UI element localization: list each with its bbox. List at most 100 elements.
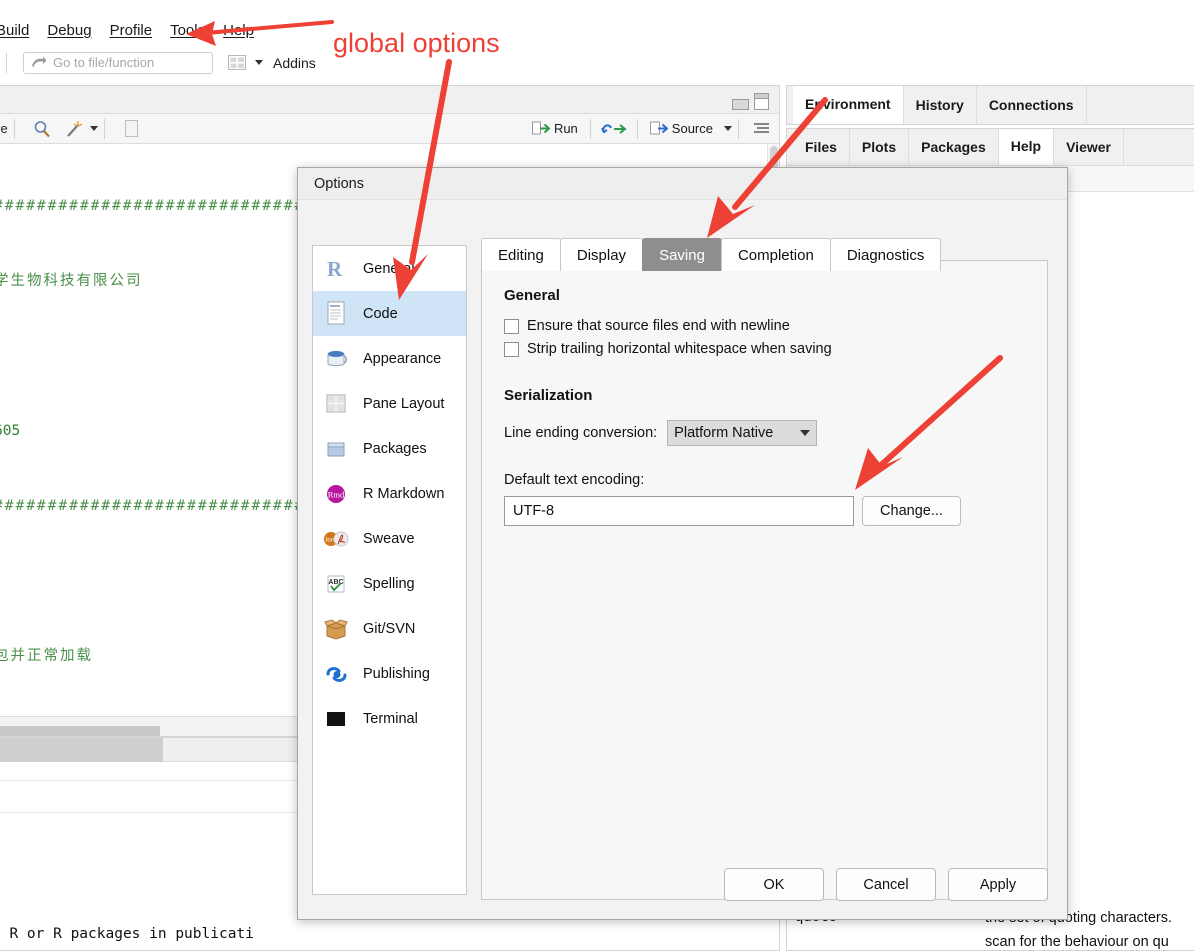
sidebar-item-label: Publishing	[363, 666, 430, 682]
editor-window-controls[interactable]	[732, 93, 769, 110]
tab-environment[interactable]: Environment	[793, 86, 904, 124]
menu-bar: Build Debug Profile Tools Help	[0, 0, 1194, 44]
line-ending-select[interactable]: Platform Native	[667, 420, 817, 446]
sidebar-item-pane-layout[interactable]: Pane Layout	[313, 381, 466, 426]
rerun-icon[interactable]	[601, 121, 627, 137]
general-section-heading: General	[504, 287, 1025, 304]
change-encoding-button[interactable]: Change...	[862, 496, 961, 526]
editor-title-bar	[0, 86, 779, 114]
ok-button[interactable]: OK	[724, 868, 824, 901]
sidebar-item-label: General	[363, 261, 415, 277]
rmd-icon: Rmd	[323, 479, 351, 509]
pane-layout-caret-icon[interactable]	[255, 60, 263, 65]
compile-notebook-icon[interactable]	[125, 120, 138, 137]
document-icon	[323, 299, 351, 329]
menu-debug[interactable]: Debug	[47, 22, 91, 39]
publish-icon	[323, 659, 351, 689]
checkbox-label: Strip trailing horizontal whitespace whe…	[527, 341, 832, 357]
goto-file-function-input[interactable]: Go to file/function	[23, 52, 213, 74]
chevron-down-icon	[800, 430, 810, 436]
sidebar-item-git-svn[interactable]: Git/SVN	[313, 606, 466, 651]
tab-editing[interactable]: Editing	[481, 238, 561, 271]
search-icon[interactable]	[33, 120, 51, 138]
source-caret-icon[interactable]	[724, 126, 732, 131]
menu-build[interactable]: Build	[0, 22, 29, 39]
tab-diagnostics[interactable]: Diagnostics	[830, 238, 942, 271]
sidebar-item-code[interactable]: Code	[313, 291, 466, 336]
tab-completion[interactable]: Completion	[721, 238, 831, 271]
sidebar-item-label: Packages	[363, 441, 427, 457]
sidebar-item-packages[interactable]: Packages	[313, 426, 466, 471]
tab-help[interactable]: Help	[999, 129, 1054, 165]
dialog-title: Options	[298, 168, 1067, 200]
run-label: Run	[554, 121, 578, 136]
help-tab-strip: Files Plots Packages Help Viewer	[787, 129, 1194, 166]
editor-horizontal-scrollbar[interactable]	[0, 726, 160, 736]
minimize-icon[interactable]	[732, 99, 749, 110]
editor-divider-1	[14, 119, 15, 139]
tab-packages[interactable]: Packages	[909, 129, 999, 165]
options-dialog: Options R General	[297, 167, 1068, 920]
tab-saving[interactable]: Saving	[642, 238, 722, 271]
editor-divider-5	[738, 119, 739, 139]
sidebar-item-sweave[interactable]: Rnw Sweave	[313, 516, 466, 561]
goto-arrow-icon	[30, 56, 47, 70]
serialization-section-heading: Serialization	[504, 387, 1025, 404]
tab-console[interactable]	[0, 738, 163, 762]
editor-divider-2	[104, 119, 105, 139]
menu-tools-label: Tools	[170, 22, 205, 39]
run-button[interactable]: Run	[526, 121, 584, 136]
source-button[interactable]: Source	[644, 121, 719, 136]
environment-pane-tabs: Environment History Connections	[786, 85, 1194, 125]
checkbox-strip-whitespace[interactable]: Strip trailing horizontal whitespace whe…	[504, 341, 1025, 357]
apply-button[interactable]: Apply	[948, 868, 1048, 901]
magic-wand-icon[interactable]	[65, 120, 85, 138]
menu-tools[interactable]: Tools	[170, 22, 205, 39]
tab-history[interactable]: History	[904, 86, 977, 124]
sidebar-item-publishing[interactable]: Publishing	[313, 651, 466, 696]
sidebar-item-spelling[interactable]: ABC Spelling	[313, 561, 466, 606]
editor-toolbar: ve Run	[0, 114, 779, 144]
maximize-icon[interactable]	[754, 93, 769, 110]
tab-files[interactable]: Files	[793, 129, 850, 165]
tab-display[interactable]: Display	[560, 238, 643, 271]
tab-viewer[interactable]: Viewer	[1054, 129, 1124, 165]
sidebar-item-appearance[interactable]: Appearance	[313, 336, 466, 381]
addins-button[interactable]: Addins	[273, 55, 316, 71]
editor-divider-4	[637, 119, 638, 139]
pane-layout-icon[interactable]	[227, 54, 248, 71]
tab-plots[interactable]: Plots	[850, 129, 909, 165]
encoding-value: UTF-8	[513, 503, 554, 519]
document-outline-icon[interactable]	[753, 121, 771, 137]
options-category-list[interactable]: R General Cod	[312, 245, 467, 895]
toolbar-divider	[6, 53, 7, 73]
sidebar-item-label: Code	[363, 306, 398, 322]
cancel-button[interactable]: Cancel	[836, 868, 936, 901]
help-arg-desc-cont: scan for the behaviour on qu	[985, 934, 1169, 950]
sidebar-item-terminal[interactable]: Terminal	[313, 696, 466, 741]
saving-options-panel: General Ensure that source files end wit…	[481, 260, 1048, 900]
sidebar-item-label: Appearance	[363, 351, 441, 367]
save-label[interactable]: ve	[0, 121, 8, 136]
source-label: Source	[672, 121, 713, 136]
box-icon	[323, 434, 351, 464]
rstudio-window: Build Debug Profile Tools Help Go to fil…	[0, 0, 1194, 951]
menu-help[interactable]: Help	[223, 22, 254, 39]
checkbox-box[interactable]	[504, 319, 519, 334]
svg-text:ABC: ABC	[328, 579, 343, 586]
sidebar-item-r-markdown[interactable]: Rmd R Markdown	[313, 471, 466, 516]
wand-caret-icon[interactable]	[90, 126, 98, 131]
checkbox-ensure-newline[interactable]: Ensure that source files end with newlin…	[504, 318, 1025, 334]
checkbox-box[interactable]	[504, 342, 519, 357]
tab-connections[interactable]: Connections	[977, 86, 1087, 124]
r-logo-icon: R	[323, 254, 351, 284]
sidebar-item-general[interactable]: R General	[313, 246, 466, 291]
editor-divider-3	[590, 119, 591, 139]
console-line: e R or R packages in publicati	[0, 922, 779, 947]
menu-profile[interactable]: Profile	[110, 22, 153, 39]
encoding-row: UTF-8 Change...	[504, 496, 1025, 526]
spellcheck-icon: ABC	[323, 569, 351, 599]
annotation-label: global options	[333, 28, 500, 59]
terminal-icon	[323, 704, 351, 734]
encoding-input[interactable]: UTF-8	[504, 496, 854, 526]
